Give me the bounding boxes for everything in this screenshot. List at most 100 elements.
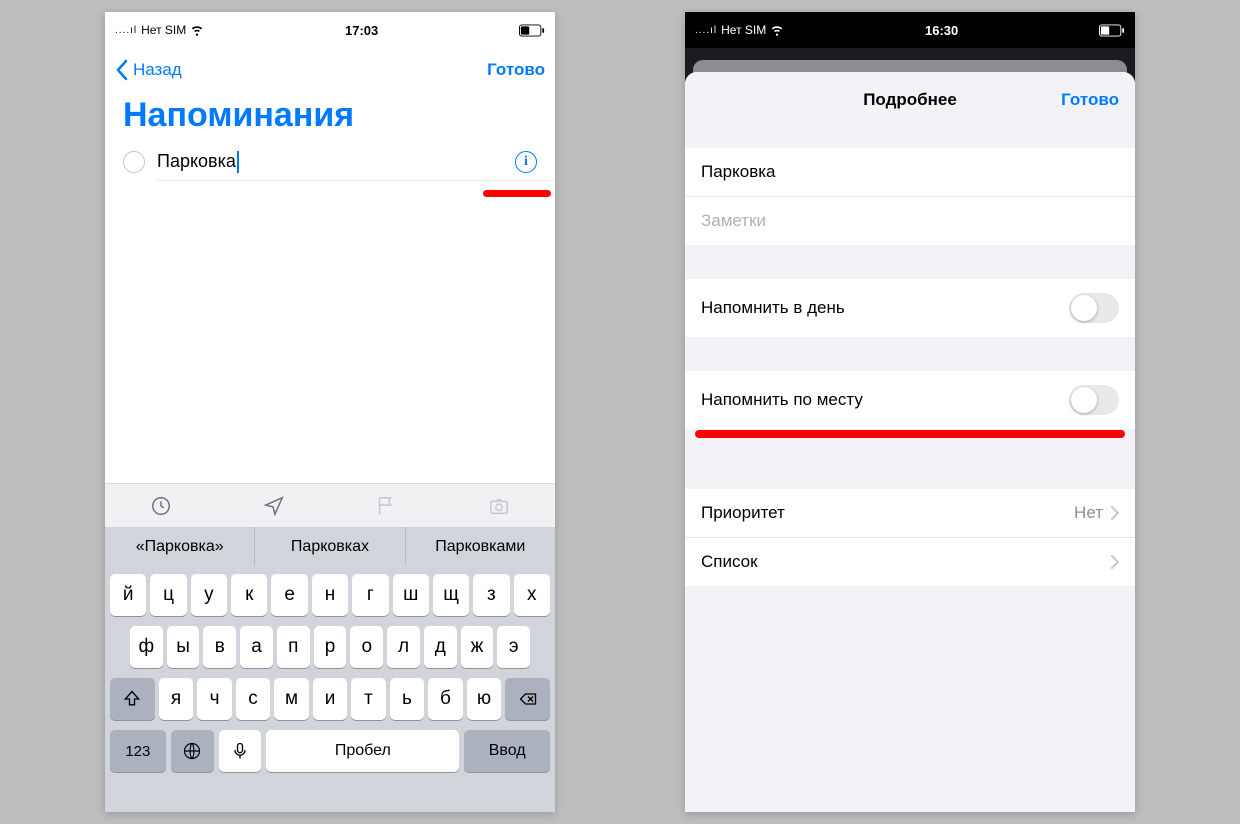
separator — [157, 180, 555, 181]
backspace-key[interactable] — [505, 678, 550, 720]
location-icon[interactable] — [218, 484, 331, 527]
remind-location-label: Напомнить по месту — [701, 390, 863, 410]
remind-day-label: Напомнить в день — [701, 298, 845, 318]
key[interactable]: щ — [433, 574, 469, 616]
key[interactable]: ь — [390, 678, 424, 720]
remind-day-cell[interactable]: Напомнить в день — [685, 279, 1135, 337]
key[interactable]: ж — [461, 626, 494, 668]
key[interactable]: з — [473, 574, 509, 616]
key[interactable]: л — [387, 626, 420, 668]
key[interactable]: к — [231, 574, 267, 616]
details-sheet: Подробнее Готово Парковка Заметки Напомн… — [685, 72, 1135, 812]
back-label: Назад — [133, 60, 182, 80]
key[interactable]: н — [312, 574, 348, 616]
key[interactable]: в — [203, 626, 236, 668]
key[interactable]: ы — [167, 626, 200, 668]
remind-location-cell[interactable]: Напомнить по месту — [685, 371, 1135, 429]
camera-icon[interactable] — [443, 484, 556, 527]
key[interactable]: б — [428, 678, 462, 720]
flag-icon[interactable] — [330, 484, 443, 527]
done-button[interactable]: Готово — [1061, 90, 1119, 110]
reminders-screen: ....ıl Нет SIM 17:03 Назад Готово Напоми… — [105, 12, 555, 812]
annotation-underline — [695, 430, 1125, 438]
key[interactable]: э — [497, 626, 530, 668]
notes-cell[interactable]: Заметки — [685, 197, 1135, 245]
status-bar: ....ıl Нет SIM 17:03 — [105, 12, 555, 48]
key[interactable]: г — [352, 574, 388, 616]
list-label: Список — [701, 552, 758, 572]
keyboard-row-1: й ц у к е н г ш щ з х — [108, 574, 552, 616]
key[interactable]: ч — [197, 678, 231, 720]
spacer — [685, 128, 1135, 148]
key[interactable]: о — [350, 626, 383, 668]
signal-icon: ....ıl — [115, 25, 137, 36]
reminder-text-input[interactable]: Парковка — [157, 151, 515, 173]
priority-value: Нет — [1074, 503, 1103, 523]
key[interactable]: с — [236, 678, 270, 720]
battery-icon — [519, 24, 545, 37]
reminder-toolbar — [105, 483, 555, 527]
status-time: 16:30 — [925, 23, 958, 38]
wifi-icon — [770, 23, 784, 37]
carrier-text: Нет SIM — [721, 23, 766, 37]
key[interactable]: х — [514, 574, 550, 616]
mic-key[interactable] — [219, 730, 262, 772]
key[interactable]: м — [274, 678, 308, 720]
reminder-item[interactable]: Парковка i — [105, 143, 555, 181]
key[interactable]: й — [110, 574, 146, 616]
carrier-text: Нет SIM — [141, 23, 186, 37]
status-right — [519, 24, 545, 37]
numbers-key[interactable]: 123 — [110, 730, 166, 772]
keyboard-row-3: я ч с м и т ь б ю — [108, 678, 552, 720]
key[interactable]: е — [271, 574, 307, 616]
details-screen: ....ıl Нет SIM 16:30 Подробнее Готово Па… — [685, 12, 1135, 812]
back-button[interactable]: Назад — [115, 59, 182, 81]
status-time: 17:03 — [345, 23, 378, 38]
wifi-icon — [190, 23, 204, 37]
list-cell[interactable]: Список — [685, 538, 1135, 586]
notes-placeholder: Заметки — [701, 211, 766, 231]
key[interactable]: у — [191, 574, 227, 616]
globe-key[interactable] — [171, 730, 214, 772]
keyboard-row-4: 123 Пробел Ввод — [108, 730, 552, 772]
page-title: Напоминания — [105, 92, 555, 143]
status-left: ....ıl Нет SIM — [115, 23, 204, 37]
annotation-underline — [483, 190, 551, 197]
key[interactable]: р — [314, 626, 347, 668]
enter-key[interactable]: Ввод — [464, 730, 550, 772]
spacer — [685, 337, 1135, 371]
key[interactable]: ц — [150, 574, 186, 616]
suggestion-3[interactable]: Парковками — [406, 527, 555, 566]
clock-icon[interactable] — [105, 484, 218, 527]
key[interactable]: и — [313, 678, 347, 720]
priority-list-group: Приоритет Нет Список — [685, 489, 1135, 586]
key[interactable]: т — [351, 678, 385, 720]
battery-icon — [1099, 24, 1125, 37]
info-icon[interactable]: i — [515, 151, 537, 173]
key[interactable]: ш — [393, 574, 429, 616]
nav-bar: Назад Готово — [105, 48, 555, 92]
suggestion-1[interactable]: «Парковка» — [105, 527, 255, 566]
keyboard-suggestions: «Парковка» Парковках Парковками — [105, 527, 555, 566]
sheet-title: Подробнее — [863, 90, 957, 110]
remind-location-group: Напомнить по месту — [685, 371, 1135, 429]
key[interactable]: а — [240, 626, 273, 668]
remind-location-toggle[interactable] — [1069, 385, 1119, 415]
space-key[interactable]: Пробел — [266, 730, 459, 772]
key[interactable]: ф — [130, 626, 163, 668]
title-cell[interactable]: Парковка — [685, 148, 1135, 197]
shift-key[interactable] — [110, 678, 155, 720]
key[interactable]: п — [277, 626, 310, 668]
remind-day-group: Напомнить в день — [685, 279, 1135, 337]
reminder-checkbox[interactable] — [123, 151, 145, 173]
text-cursor — [237, 151, 239, 173]
suggestion-2[interactable]: Парковках — [255, 527, 405, 566]
priority-cell[interactable]: Приоритет Нет — [685, 489, 1135, 538]
key[interactable]: я — [159, 678, 193, 720]
keyboard: й ц у к е н г ш щ з х ф ы в а п р о л д … — [105, 566, 555, 812]
remind-day-toggle[interactable] — [1069, 293, 1119, 323]
done-button[interactable]: Готово — [487, 60, 545, 80]
key[interactable]: ю — [467, 678, 501, 720]
key[interactable]: д — [424, 626, 457, 668]
status-bar: ....ıl Нет SIM 16:30 — [685, 12, 1135, 48]
